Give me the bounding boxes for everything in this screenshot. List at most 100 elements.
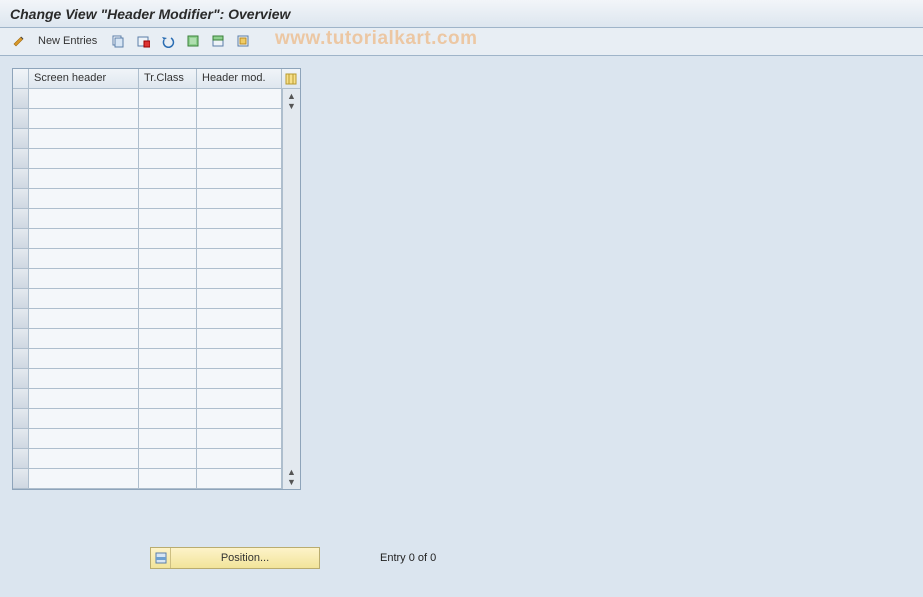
delete-icon[interactable] bbox=[132, 31, 154, 51]
cell-header-mod[interactable] bbox=[197, 309, 282, 329]
cell-screen-header[interactable] bbox=[29, 149, 139, 169]
cell-tr-class[interactable] bbox=[139, 449, 197, 469]
cell-tr-class[interactable] bbox=[139, 289, 197, 309]
cell-screen-header[interactable] bbox=[29, 369, 139, 389]
row-selector[interactable] bbox=[13, 229, 29, 249]
cell-header-mod[interactable] bbox=[197, 189, 282, 209]
cell-screen-header[interactable] bbox=[29, 169, 139, 189]
cell-screen-header[interactable] bbox=[29, 229, 139, 249]
cell-screen-header[interactable] bbox=[29, 89, 139, 109]
select-block-icon[interactable] bbox=[207, 31, 229, 51]
cell-screen-header[interactable] bbox=[29, 349, 139, 369]
cell-screen-header[interactable] bbox=[29, 129, 139, 149]
cell-screen-header[interactable] bbox=[29, 449, 139, 469]
cell-header-mod[interactable] bbox=[197, 469, 282, 489]
scroll-down-fast-icon[interactable]: ▲ bbox=[287, 467, 296, 477]
row-selector[interactable] bbox=[13, 389, 29, 409]
cell-tr-class[interactable] bbox=[139, 469, 197, 489]
scroll-up-fast-icon[interactable]: ▼ bbox=[287, 101, 296, 111]
row-selector[interactable] bbox=[13, 109, 29, 129]
row-selector[interactable] bbox=[13, 449, 29, 469]
scroll-up-icon[interactable]: ▲ bbox=[287, 91, 296, 101]
cell-screen-header[interactable] bbox=[29, 189, 139, 209]
row-selector[interactable] bbox=[13, 429, 29, 449]
cell-header-mod[interactable] bbox=[197, 269, 282, 289]
cell-tr-class[interactable] bbox=[139, 329, 197, 349]
row-selector[interactable] bbox=[13, 329, 29, 349]
cell-tr-class[interactable] bbox=[139, 109, 197, 129]
cell-screen-header[interactable] bbox=[29, 429, 139, 449]
cell-screen-header[interactable] bbox=[29, 109, 139, 129]
cell-screen-header[interactable] bbox=[29, 249, 139, 269]
cell-tr-class[interactable] bbox=[139, 389, 197, 409]
cell-tr-class[interactable] bbox=[139, 169, 197, 189]
row-selector[interactable] bbox=[13, 169, 29, 189]
vertical-scrollbar[interactable]: ▲ ▼ ▲ ▼ bbox=[282, 89, 300, 489]
cell-header-mod[interactable] bbox=[197, 349, 282, 369]
cell-tr-class[interactable] bbox=[139, 269, 197, 289]
undo-icon[interactable] bbox=[157, 31, 179, 51]
cell-tr-class[interactable] bbox=[139, 429, 197, 449]
cell-header-mod[interactable] bbox=[197, 429, 282, 449]
cell-header-mod[interactable] bbox=[197, 369, 282, 389]
cell-screen-header[interactable] bbox=[29, 209, 139, 229]
column-header-screen-header[interactable]: Screen header bbox=[29, 69, 139, 89]
cell-tr-class[interactable] bbox=[139, 89, 197, 109]
new-entries-button[interactable]: New Entries bbox=[33, 31, 104, 51]
cell-tr-class[interactable] bbox=[139, 409, 197, 429]
cell-screen-header[interactable] bbox=[29, 329, 139, 349]
cell-tr-class[interactable] bbox=[139, 209, 197, 229]
row-selector[interactable] bbox=[13, 469, 29, 489]
select-all-column-header[interactable] bbox=[13, 69, 29, 89]
cell-header-mod[interactable] bbox=[197, 209, 282, 229]
cell-header-mod[interactable] bbox=[197, 149, 282, 169]
row-selector[interactable] bbox=[13, 409, 29, 429]
cell-header-mod[interactable] bbox=[197, 89, 282, 109]
row-selector[interactable] bbox=[13, 249, 29, 269]
row-selector[interactable] bbox=[13, 289, 29, 309]
configure-columns-icon[interactable] bbox=[282, 69, 300, 89]
row-selector[interactable] bbox=[13, 349, 29, 369]
row-selector[interactable] bbox=[13, 309, 29, 329]
cell-header-mod[interactable] bbox=[197, 449, 282, 469]
select-all-icon[interactable] bbox=[182, 31, 204, 51]
cell-screen-header[interactable] bbox=[29, 389, 139, 409]
cell-screen-header[interactable] bbox=[29, 469, 139, 489]
cell-header-mod[interactable] bbox=[197, 389, 282, 409]
cell-header-mod[interactable] bbox=[197, 129, 282, 149]
cell-screen-header[interactable] bbox=[29, 269, 139, 289]
cell-tr-class[interactable] bbox=[139, 369, 197, 389]
cell-header-mod[interactable] bbox=[197, 169, 282, 189]
cell-header-mod[interactable] bbox=[197, 229, 282, 249]
row-selector[interactable] bbox=[13, 269, 29, 289]
table-row bbox=[13, 449, 300, 469]
cell-header-mod[interactable] bbox=[197, 109, 282, 129]
cell-tr-class[interactable] bbox=[139, 249, 197, 269]
row-selector[interactable] bbox=[13, 149, 29, 169]
column-header-tr-class[interactable]: Tr.Class bbox=[139, 69, 197, 89]
position-button[interactable]: Position... bbox=[150, 547, 320, 569]
toggle-change-icon[interactable] bbox=[8, 31, 30, 51]
cell-screen-header[interactable] bbox=[29, 409, 139, 429]
column-header-header-mod[interactable]: Header mod. bbox=[197, 69, 282, 89]
scroll-down-icon[interactable]: ▼ bbox=[287, 477, 296, 487]
cell-tr-class[interactable] bbox=[139, 189, 197, 209]
cell-tr-class[interactable] bbox=[139, 309, 197, 329]
cell-header-mod[interactable] bbox=[197, 329, 282, 349]
copy-icon[interactable] bbox=[107, 31, 129, 51]
row-selector[interactable] bbox=[13, 89, 29, 109]
row-selector[interactable] bbox=[13, 189, 29, 209]
row-selector[interactable] bbox=[13, 369, 29, 389]
cell-header-mod[interactable] bbox=[197, 409, 282, 429]
cell-tr-class[interactable] bbox=[139, 229, 197, 249]
deselect-all-icon[interactable] bbox=[232, 31, 254, 51]
cell-header-mod[interactable] bbox=[197, 289, 282, 309]
cell-screen-header[interactable] bbox=[29, 289, 139, 309]
cell-header-mod[interactable] bbox=[197, 249, 282, 269]
cell-tr-class[interactable] bbox=[139, 349, 197, 369]
row-selector[interactable] bbox=[13, 209, 29, 229]
cell-tr-class[interactable] bbox=[139, 129, 197, 149]
cell-screen-header[interactable] bbox=[29, 309, 139, 329]
row-selector[interactable] bbox=[13, 129, 29, 149]
cell-tr-class[interactable] bbox=[139, 149, 197, 169]
